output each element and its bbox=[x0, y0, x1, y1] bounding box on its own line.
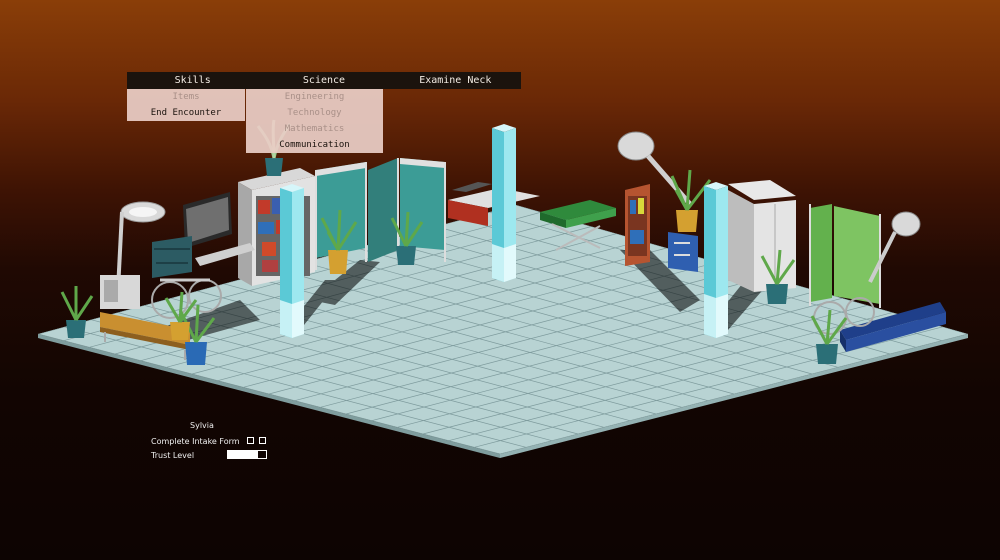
submenu-item-end-encounter[interactable]: End Encounter bbox=[127, 105, 245, 121]
submenu-item-communication[interactable]: Communication bbox=[246, 137, 383, 153]
menu-tab-examine-neck[interactable]: Examine Neck bbox=[390, 72, 521, 89]
wardrobe bbox=[728, 180, 796, 292]
task-label: Complete Intake Form bbox=[151, 437, 240, 446]
menu-tab-science[interactable]: Science bbox=[258, 72, 389, 89]
submenu-item-items[interactable]: Items bbox=[127, 89, 245, 105]
patient-name: Sylvia bbox=[190, 421, 214, 430]
pillar-right bbox=[704, 182, 728, 338]
task-checkbox-1 bbox=[247, 437, 254, 444]
submenu-item-mathematics[interactable]: Mathematics bbox=[246, 121, 383, 137]
science-submenu: Engineering Technology Mathematics Commu… bbox=[246, 89, 383, 153]
trust-label: Trust Level bbox=[151, 451, 195, 460]
trust-level-bar bbox=[227, 450, 267, 459]
right-bookcase bbox=[625, 184, 650, 266]
trust-level-fill bbox=[228, 451, 259, 458]
pillar-center bbox=[492, 124, 516, 282]
skills-submenu: Items End Encounter bbox=[127, 89, 245, 121]
action-menu-bar: Skills Science Examine Neck bbox=[127, 72, 521, 89]
menu-tab-skills[interactable]: Skills bbox=[127, 72, 258, 89]
pillar-left bbox=[280, 184, 304, 338]
drawer-cabinet bbox=[668, 232, 698, 272]
task-checkbox-2 bbox=[259, 437, 266, 444]
submenu-item-engineering[interactable]: Engineering bbox=[246, 89, 383, 105]
privacy-screen-green bbox=[809, 204, 881, 308]
submenu-item-technology[interactable]: Technology bbox=[246, 105, 383, 121]
